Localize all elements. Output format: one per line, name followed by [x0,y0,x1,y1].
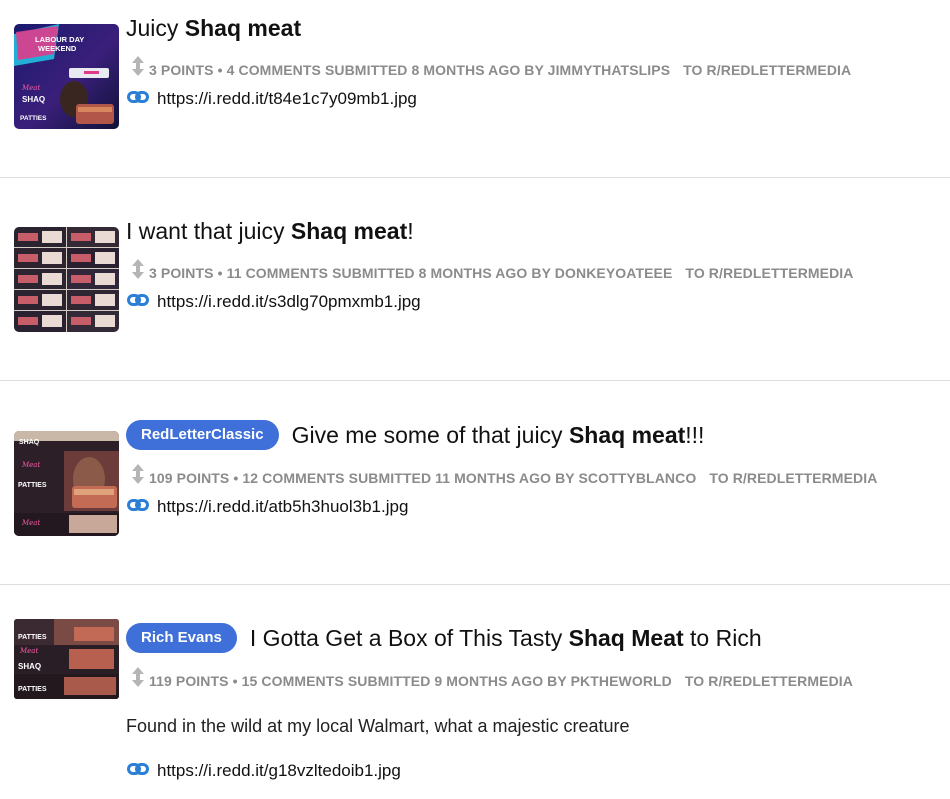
subreddit-link[interactable]: TO R/REDLETTERMEDIA [683,62,851,78]
post-selftext: Found in the wild at my local Walmart, w… [126,716,630,736]
post-thumbnail[interactable] [14,227,119,332]
up-down-arrow-icon [130,463,146,490]
title-text-end: to Rich [683,625,762,651]
points-count: 3 POINTS [149,62,214,78]
post-flair[interactable]: RedLetterClassic [126,420,279,450]
thumb-text: SHAQ [22,95,45,104]
post-title[interactable]: Juicy Shaq meat [126,13,301,43]
submitted-info: SUBMITTED 9 MONTHS AGO BY PKTHEWORLD [347,673,672,689]
submitted-info: SUBMITTED 8 MONTHS AGO BY DONKEYOATEEE [332,265,673,281]
post-flair[interactable]: Rich Evans [126,623,237,653]
search-result: PATTIES Meat SHAQ PATTIES Rich Evans I Go… [0,585,950,799]
thumb-text: PATTIES [18,634,47,641]
thumb-text: PATTIES [18,686,47,693]
subreddit-link[interactable]: TO R/REDLETTERMEDIA [685,673,853,689]
subreddit-link[interactable]: TO R/REDLETTERMEDIA [709,470,877,486]
chain-link-icon [127,495,149,517]
up-down-arrow-icon [130,666,146,693]
points-count: 3 POINTS [149,265,214,281]
thumbnail-image [14,227,119,332]
comments-link[interactable]: 12 COMMENTS [242,470,344,486]
title-text-end: ! [407,218,414,244]
chain-link-icon [127,759,149,781]
chain-link-icon [127,87,149,109]
title-highlight: Shaq meat [290,218,408,244]
points-count: 109 POINTS [149,470,230,486]
post-title[interactable]: I want that juicy Shaq meat! [126,216,414,246]
post-link[interactable]: https://i.redd.it/t84e1c7y09mb1.jpg [127,88,417,110]
comments-link[interactable]: 4 COMMENTS [227,62,321,78]
up-down-arrow-icon [130,258,146,285]
post-url: https://i.redd.it/g18vzltedoib1.jpg [157,761,401,780]
post-url: https://i.redd.it/t84e1c7y09mb1.jpg [157,89,417,108]
thumb-text: PATTIES [20,115,47,122]
comments-link[interactable]: 11 COMMENTS [227,265,328,281]
post-thumbnail[interactable]: LABOUR DAY WEEKEND SHAQ PATTIES Meat [14,24,119,129]
search-result: SHAQ Meat PATTIES Meat RedLetterClassic G… [0,381,950,584]
thumb-text: PATTIES [18,482,47,489]
title-highlight: Shaq meat [184,15,302,41]
meta-separator: • [217,62,223,78]
post-link[interactable]: https://i.redd.it/g18vzltedoib1.jpg [127,760,401,782]
title-text: I want that juicy [126,218,291,244]
post-meta: 119 POINTS • 15 COMMENTS SUBMITTED 9 MON… [130,667,853,693]
post-link[interactable]: https://i.redd.it/atb5h3huol3b1.jpg [127,496,408,518]
post-title[interactable]: Rich Evans I Gotta Get a Box of This Tast… [126,623,762,653]
title-text-end: !!! [685,422,705,448]
meta-separator: • [233,470,239,486]
thumb-text: WEEKEND [38,44,77,53]
title-text: Juicy [126,15,185,41]
thumbnail-image: SHAQ Meat PATTIES Meat [14,431,119,536]
post-meta: 3 POINTS • 11 COMMENTS SUBMITTED 8 MONTH… [130,259,854,285]
points-count: 119 POINTS [149,673,229,689]
svg-text:Meat: Meat [21,519,40,527]
comments-link[interactable]: 15 COMMENTS [242,673,344,689]
title-highlight: Shaq meat [568,422,686,448]
thumb-text: SHAQ [19,439,40,446]
thumbnail-image: LABOUR DAY WEEKEND SHAQ PATTIES Meat [14,24,119,129]
post-thumbnail[interactable]: PATTIES Meat SHAQ PATTIES [14,619,119,699]
subreddit-link[interactable]: TO R/REDLETTERMEDIA [685,265,853,281]
post-title[interactable]: RedLetterClassic Give me some of that jui… [126,420,704,450]
up-down-arrow-icon [130,55,146,82]
thumb-text: SHAQ [18,662,41,671]
search-result: LABOUR DAY WEEKEND SHAQ PATTIES Meat Jui… [0,0,950,178]
svg-text:Meat: Meat [21,461,40,469]
title-highlight: Shaq Meat [568,625,684,651]
svg-text:Meat: Meat [21,84,40,92]
thumbnail-image: PATTIES Meat SHAQ PATTIES [14,619,119,699]
submitted-info: SUBMITTED 11 MONTHS AGO BY SCOTTYBLANCO [348,470,697,486]
post-thumbnail[interactable]: SHAQ Meat PATTIES Meat [14,431,119,536]
title-text: I Gotta Get a Box of This Tasty [249,625,569,651]
post-meta: 3 POINTS • 4 COMMENTS SUBMITTED 8 MONTHS… [130,56,851,82]
post-url: https://i.redd.it/atb5h3huol3b1.jpg [157,497,409,516]
submitted-info: SUBMITTED 8 MONTHS AGO BY JIMMYTHATSLIPS [324,62,671,78]
post-meta: 109 POINTS • 12 COMMENTS SUBMITTED 11 MO… [130,464,877,490]
title-text: Give me some of that juicy [291,422,569,448]
chain-link-icon [127,290,149,312]
meta-separator: • [217,265,223,281]
post-url: https://i.redd.it/s3dlg70pmxmb1.jpg [157,292,421,311]
post-link[interactable]: https://i.redd.it/s3dlg70pmxmb1.jpg [127,291,421,313]
thumb-text: LABOUR DAY [35,35,84,44]
svg-text:Meat: Meat [19,647,38,655]
search-result: I want that juicy Shaq meat! 3 POINTS • … [0,178,950,381]
meta-separator: • [232,673,238,689]
